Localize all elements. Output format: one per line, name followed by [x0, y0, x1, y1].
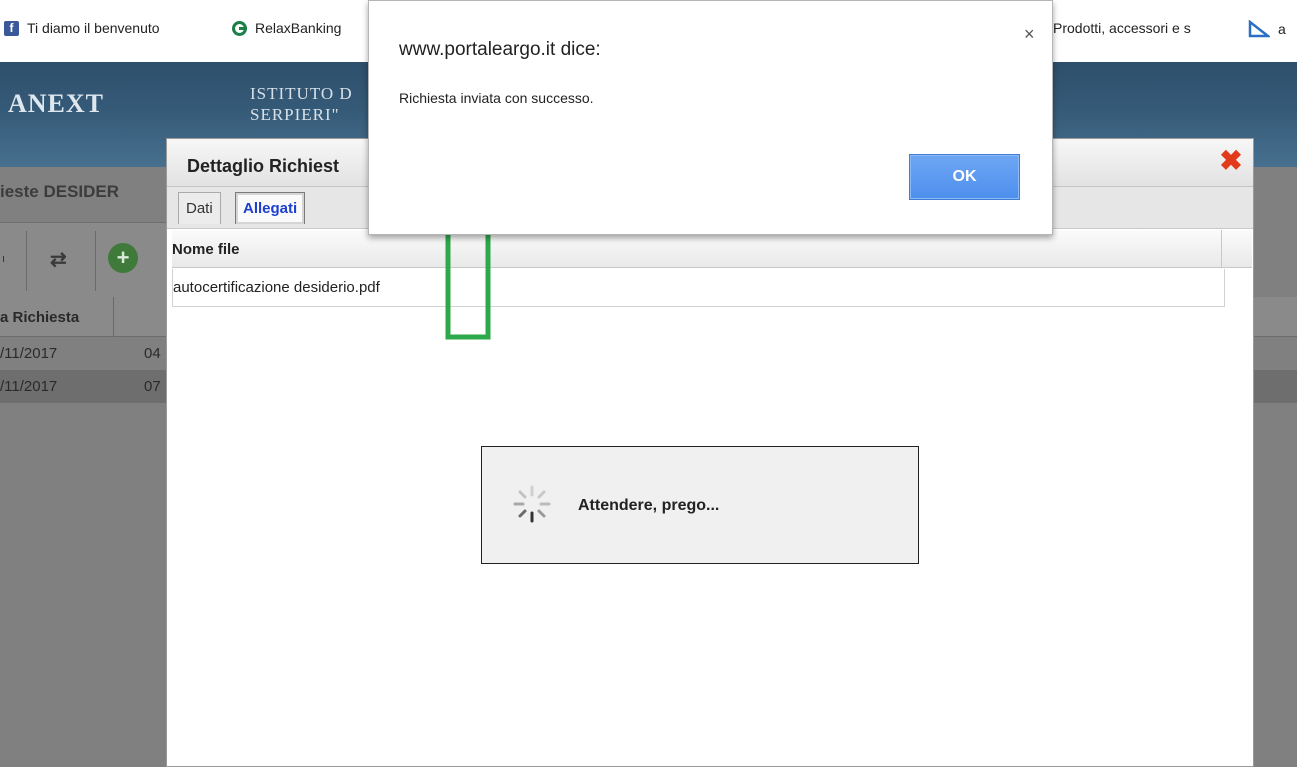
facebook-icon: f — [4, 20, 19, 36]
add-icon[interactable]: + — [108, 243, 138, 273]
loading-text: Attendere, prego... — [578, 497, 720, 514]
table-row[interactable]: autocertificazione desiderio.pdf — [172, 269, 1225, 307]
bookmark-relaxbanking[interactable]: RelaxBanking — [232, 20, 368, 36]
bookmark-label: a — [1278, 21, 1286, 37]
table-row[interactable]: /11/2017 04 — [0, 337, 168, 370]
triangle-ruler-icon — [1248, 20, 1272, 38]
bookmark-label: Ti diamo il benvenuto — [27, 20, 160, 36]
file-name: autocertificazione desiderio.pdf — [173, 279, 380, 296]
row-highlight-right — [1253, 370, 1297, 403]
school-name-line2: SERPIERI" — [250, 105, 340, 124]
toolbar-separator — [95, 231, 96, 291]
tab-allegati[interactable]: Allegati — [235, 192, 306, 224]
bookmark-ruler[interactable]: a — [1248, 20, 1297, 38]
alert-dialog: www.portaleargo.it dice: × Richiesta inv… — [368, 0, 1053, 235]
alert-title: www.portaleargo.it dice: — [399, 39, 601, 60]
bookmark-facebook[interactable]: f Ti diamo il benvenuto — [4, 20, 202, 36]
row-value: 07 — [144, 378, 161, 395]
app-logo: ANEXT — [8, 89, 105, 118]
grid-header: a Richiesta — [0, 297, 168, 337]
toolbar-separator — [26, 231, 27, 291]
tab-dati[interactable]: Dati — [178, 192, 221, 224]
column-header-data-richiesta: a Richiesta — [0, 309, 80, 326]
bookmark-label: RelaxBanking — [255, 20, 342, 36]
column-header-nome-file[interactable]: Nome file — [172, 241, 240, 258]
loading-box: Attendere, prego... — [481, 446, 919, 564]
panel-title: ieste DESIDER — [0, 182, 120, 201]
ok-button[interactable]: OK — [909, 154, 1020, 200]
column-separator — [113, 297, 114, 337]
refresh-icon[interactable]: ⇄ — [50, 247, 67, 272]
school-name-line1: ISTITUTO D — [250, 84, 353, 103]
alert-message: Richiesta inviata con successo. — [399, 90, 594, 106]
bookmark-label: Prodotti, accessori e s — [1053, 20, 1191, 36]
row-value: 04 — [144, 345, 161, 362]
spinner-icon — [513, 485, 551, 523]
row-date: /11/2017 — [0, 378, 58, 395]
column-separator — [1221, 230, 1222, 268]
detail-title: Dettaglio Richiest — [187, 156, 340, 176]
row-date: /11/2017 — [0, 345, 58, 362]
close-icon[interactable]: × — [1024, 24, 1035, 45]
close-icon[interactable]: ✖ — [1217, 147, 1245, 175]
table-row[interactable]: /11/2017 07 — [0, 370, 168, 403]
grid-header-right — [1253, 297, 1297, 337]
relaxbanking-icon — [232, 20, 247, 36]
grid-toolbar: ı ⇄ + — [0, 222, 168, 300]
toolbar-partial-label: ı — [2, 253, 6, 265]
file-table-header: Nome file — [172, 230, 1252, 268]
bookmark-prodotti[interactable]: Prodotti, accessori e s — [1053, 20, 1231, 36]
